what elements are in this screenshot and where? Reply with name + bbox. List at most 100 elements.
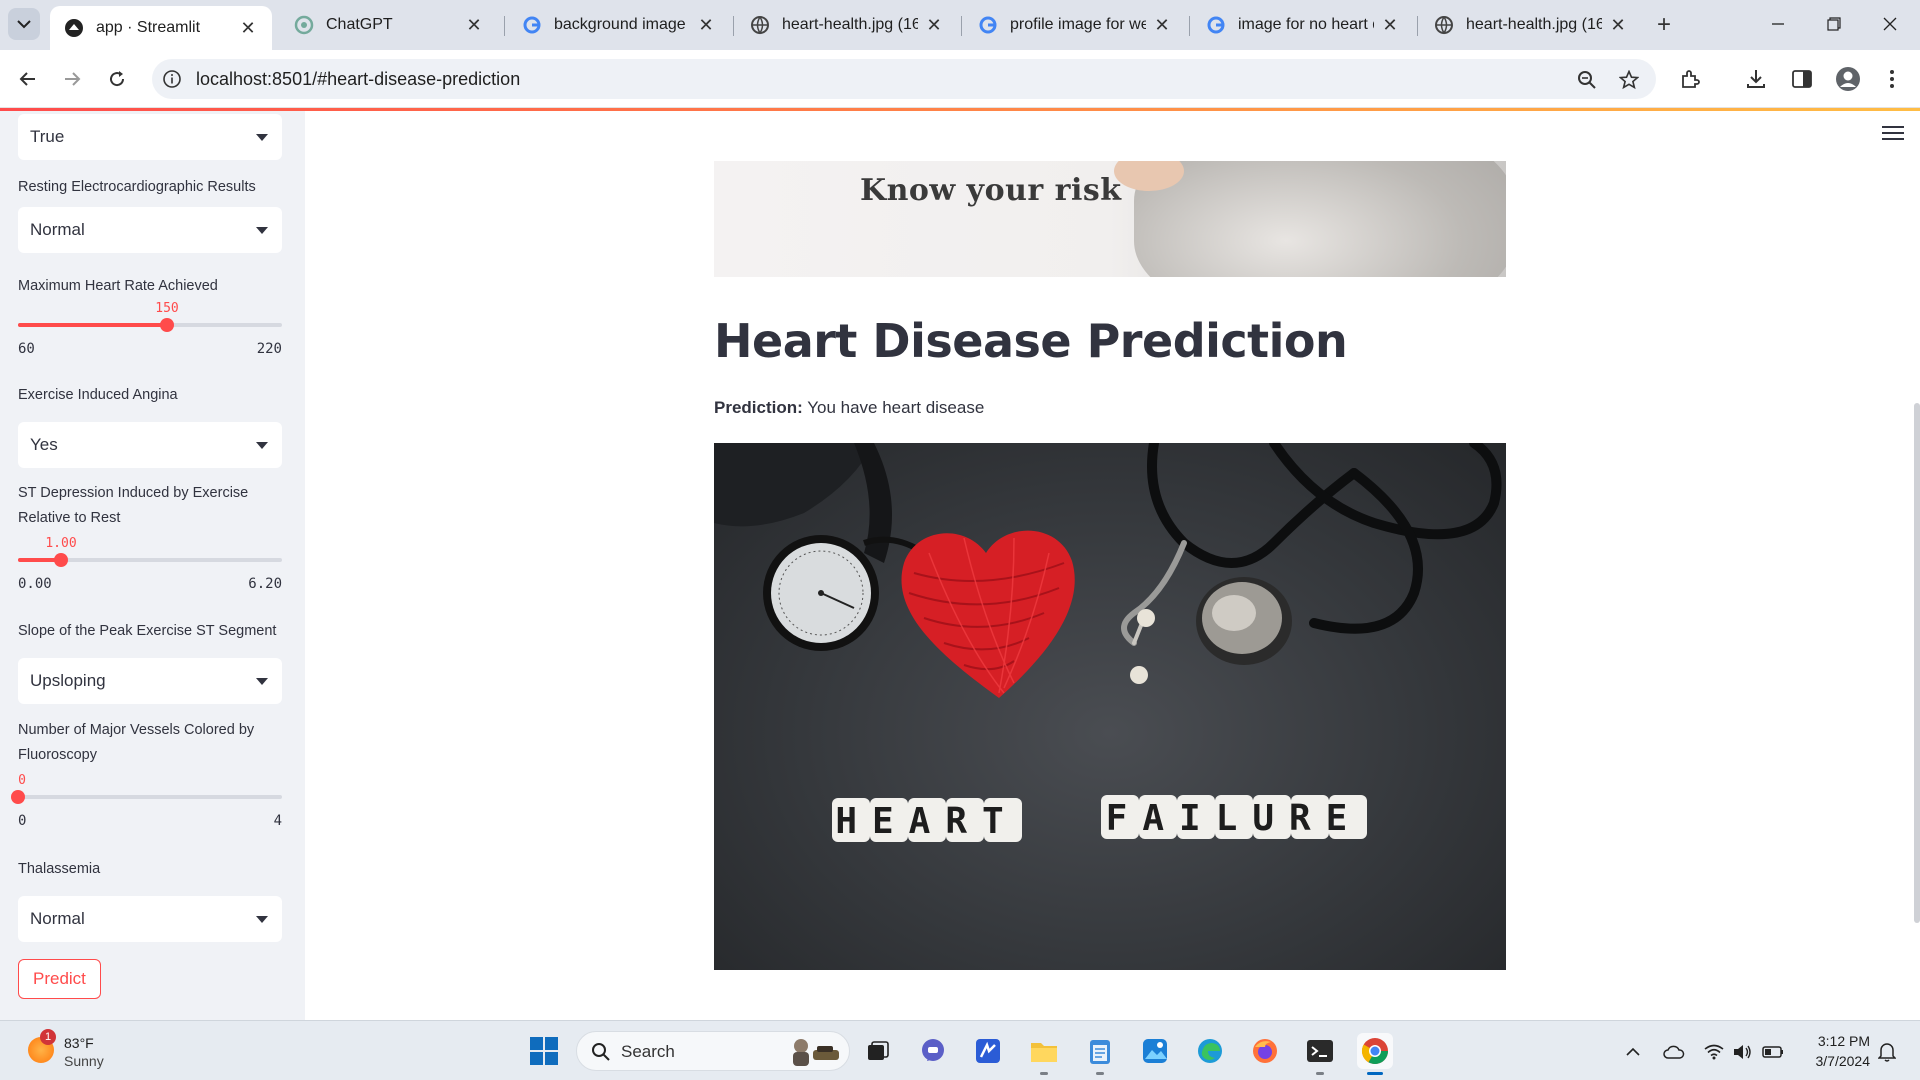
select-value: True [30, 127, 65, 146]
zoom-icon[interactable] [1576, 69, 1598, 91]
tab-separator [1417, 16, 1418, 36]
prediction-label: Prediction: [714, 398, 803, 417]
file-explorer-app[interactable] [1026, 1033, 1062, 1075]
restore-button[interactable] [1816, 10, 1852, 38]
tab-image-page[interactable]: heart-health.jpg (160 ✕ [736, 6, 958, 44]
volume-icon[interactable] [1731, 1041, 1753, 1063]
slider-min: 0.00 [18, 576, 52, 592]
site-info-icon[interactable] [162, 69, 182, 89]
arrow-left-icon [19, 72, 35, 86]
thal-label: Thalassemia [18, 861, 101, 877]
heart-failure-image: HEART FAILURE [714, 443, 1506, 970]
slope-select[interactable]: Upsloping [18, 658, 282, 704]
notepad-app[interactable] [1082, 1033, 1118, 1075]
word-heart: HEART [832, 798, 1022, 842]
forward-button[interactable] [56, 63, 88, 95]
exang-select[interactable]: Yes [18, 422, 282, 468]
slider-max: 4 [273, 813, 282, 829]
slider-track[interactable] [18, 795, 282, 799]
tab-image-page[interactable]: heart-health.jpg (160 ✕ [1420, 6, 1642, 44]
back-button[interactable] [12, 63, 44, 95]
app-pinned[interactable] [970, 1033, 1006, 1069]
prediction-value: You have heart disease [807, 398, 985, 417]
task-view-button[interactable] [860, 1033, 896, 1069]
close-icon[interactable]: ✕ [696, 15, 716, 35]
terminal-app[interactable] [1302, 1033, 1338, 1075]
onedrive-icon[interactable] [1663, 1041, 1685, 1063]
running-indicator [1040, 1072, 1048, 1075]
profile-avatar-icon[interactable] [1834, 65, 1862, 93]
pressure-gauge [763, 535, 879, 651]
fbs-select[interactable]: True [18, 114, 282, 160]
new-tab-button[interactable]: + [1650, 12, 1678, 40]
close-icon[interactable]: ✕ [924, 15, 944, 35]
notepad-icon [1090, 1040, 1110, 1064]
restore-icon [1827, 17, 1841, 31]
thalach-slider[interactable]: 150 60 220 [18, 301, 282, 361]
side-panel-icon[interactable] [1788, 65, 1816, 93]
thal-select[interactable]: Normal [18, 896, 282, 942]
weather-widget[interactable]: 1 83°F Sunny [24, 1029, 144, 1073]
failure-word-text: FAILURE [1106, 798, 1363, 839]
tab-google-search[interactable]: background image in ✕ [508, 6, 730, 44]
google-icon [522, 15, 542, 35]
reload-icon [110, 71, 125, 87]
extensions-icon[interactable] [1676, 65, 1704, 93]
taskbar-search[interactable]: Search [576, 1031, 850, 1071]
tab-separator [961, 16, 962, 36]
running-indicator [1316, 1072, 1324, 1075]
battery-icon[interactable] [1762, 1041, 1784, 1063]
slider-min: 60 [18, 341, 35, 357]
wifi-icon[interactable] [1703, 1041, 1725, 1063]
photos-app[interactable] [1137, 1033, 1173, 1069]
tab-google-search[interactable]: image for no heart d ✕ [1192, 6, 1414, 44]
restecg-select[interactable]: Normal [18, 207, 282, 253]
slider-value: 150 [155, 301, 179, 316]
system-clock[interactable]: 3:12 PM 3/7/2024 [1800, 1031, 1871, 1071]
more-vertical-icon[interactable] [1878, 65, 1906, 93]
app-icon [976, 1039, 1000, 1063]
close-icon[interactable]: ✕ [238, 18, 258, 38]
slider-thumb[interactable] [54, 553, 68, 567]
slider-thumb[interactable] [160, 318, 174, 332]
edge-app[interactable] [1192, 1033, 1228, 1069]
tab-search-button[interactable] [8, 8, 40, 40]
close-window-button[interactable] [1872, 10, 1908, 38]
firefox-app[interactable] [1247, 1033, 1283, 1069]
ca-label: Number of Major Vessels Colored by Fluor… [18, 722, 255, 763]
slider-thumb[interactable] [11, 790, 25, 804]
download-icon[interactable] [1742, 65, 1770, 93]
notification-bell-icon[interactable] [1876, 1041, 1898, 1063]
restecg-label: Resting Electrocardiographic Results [18, 179, 256, 195]
arrow-right-icon [65, 72, 81, 86]
menu-icon[interactable] [1882, 126, 1904, 142]
teams-chat-app[interactable] [915, 1033, 951, 1069]
chrome-icon [1361, 1038, 1389, 1065]
predict-button[interactable]: Predict [18, 959, 101, 999]
ca-slider[interactable]: 0 0 4 [11, 773, 282, 833]
scrollbar[interactable] [1914, 403, 1920, 923]
close-icon[interactable]: ✕ [464, 15, 484, 35]
slider-min: 0 [18, 813, 27, 829]
search-label: Search [621, 1042, 675, 1061]
start-button[interactable] [526, 1033, 562, 1069]
chrome-app[interactable] [1357, 1033, 1393, 1075]
minimize-button[interactable] [1760, 10, 1796, 38]
tab-streamlit-app[interactable]: app · Streamlit ✕ [50, 6, 272, 50]
tray-overflow-icon[interactable] [1622, 1041, 1644, 1063]
oldpeak-slider[interactable]: 1.00 0.00 6.20 [18, 536, 282, 596]
prediction-result: Prediction: You have heart disease [714, 398, 984, 418]
close-icon[interactable]: ✕ [1152, 15, 1172, 35]
globe-icon [1434, 15, 1454, 35]
tab-title: app · Streamlit [96, 19, 201, 36]
word-failure: FAILURE [1101, 795, 1367, 839]
close-icon[interactable]: ✕ [1380, 15, 1400, 35]
close-icon[interactable]: ✕ [1608, 15, 1628, 35]
bookmark-star-icon[interactable] [1618, 69, 1640, 91]
tab-google-search[interactable]: profile image for web ✕ [964, 6, 1186, 44]
chatgpt-icon [294, 15, 314, 35]
address-bar[interactable]: localhost:8501/#heart-disease-prediction [152, 59, 1656, 99]
tab-chatgpt[interactable]: ChatGPT ✕ [280, 6, 498, 44]
reload-button[interactable] [101, 63, 133, 95]
chat-icon [922, 1039, 944, 1061]
